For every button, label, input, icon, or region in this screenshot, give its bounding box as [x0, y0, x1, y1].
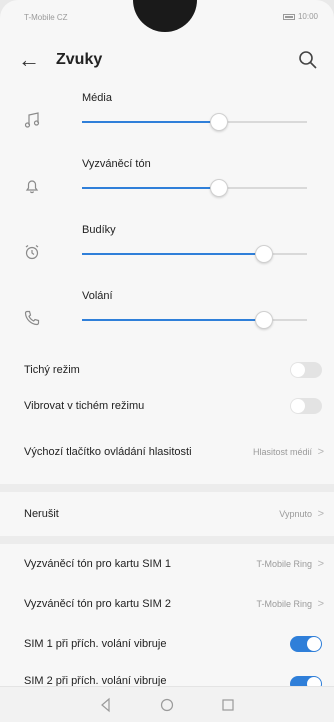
call-volume-row: Volání: [0, 286, 334, 350]
media-volume-row: Média: [0, 88, 334, 152]
chevron-right-icon: >: [317, 446, 324, 458]
app-bar: ← Zvuky: [0, 36, 334, 84]
volume-button-value: Hlasitost médií: [252, 447, 312, 457]
volume-button-row[interactable]: Výchozí tlačítko ovládání hlasitosti Hla…: [0, 428, 334, 476]
music-note-icon: [24, 112, 40, 128]
media-volume-label: Média: [82, 92, 112, 104]
alarm-volume-row: Budíky: [0, 220, 334, 284]
dnd-value: Vypnuto: [279, 509, 312, 519]
media-volume-thumb[interactable]: [210, 113, 229, 131]
call-volume-fill: [82, 319, 265, 321]
dnd-label: Nerušit: [24, 508, 59, 520]
silent-mode-toggle[interactable]: [290, 362, 322, 378]
call-volume-thumb[interactable]: [255, 311, 274, 329]
phone-screen: T-Mobile CZ 10:00 ← Zvuky Média Vyzváněc…: [0, 0, 334, 722]
back-arrow-icon[interactable]: ←: [18, 46, 40, 74]
media-volume-fill: [82, 121, 220, 123]
ringtone-volume-thumb[interactable]: [210, 179, 229, 197]
page-title: Zvuky: [56, 51, 103, 68]
call-volume-slider[interactable]: [82, 311, 307, 329]
ringtone-sim2-label: Vyzváněcí tón pro kartu SIM 2: [24, 598, 171, 610]
status-icons: 10:00: [282, 12, 318, 21]
bell-icon: [25, 180, 39, 194]
nav-home-icon[interactable]: [157, 695, 177, 715]
ringtone-sim1-label: Vyzváněcí tón pro kartu SIM 1: [24, 558, 171, 570]
search-icon[interactable]: [296, 48, 320, 72]
nav-back-icon[interactable]: [96, 695, 116, 715]
alarm-volume-thumb[interactable]: [255, 245, 274, 263]
vibrate-silent-toggle[interactable]: [290, 398, 322, 414]
ringtone-sim1-value: T-Mobile Ring: [256, 559, 312, 569]
chevron-right-icon: >: [317, 508, 324, 520]
ringtone-volume-row: Vyzváněcí tón: [0, 154, 334, 218]
navigation-bar: [0, 686, 334, 722]
media-volume-slider[interactable]: [82, 113, 307, 131]
camera-notch: [133, 0, 197, 32]
ringtone-volume-slider[interactable]: [82, 179, 307, 197]
section-divider: [0, 484, 334, 492]
volume-button-label: Výchozí tlačítko ovládání hlasitosti: [24, 446, 192, 458]
alarm-volume-slider[interactable]: [82, 245, 307, 263]
section-divider: [0, 536, 334, 544]
nav-recents-icon[interactable]: [218, 695, 238, 715]
silent-mode-label: Tichý režim: [24, 364, 80, 376]
alarm-volume-fill: [82, 253, 265, 255]
ringtone-sim1-row[interactable]: Vyzváněcí tón pro kartu SIM 1 T-Mobile R…: [0, 544, 334, 584]
ringtone-volume-fill: [82, 187, 220, 189]
silent-mode-row[interactable]: Tichý režim: [0, 352, 334, 388]
vibrate-sim1-row[interactable]: SIM 1 při přích. volání vibruje: [0, 624, 334, 664]
vibrate-sim2-label: SIM 2 při přích. volání vibruje: [24, 675, 167, 686]
carrier-label: T-Mobile CZ: [24, 13, 68, 22]
vibrate-sim1-toggle[interactable]: [290, 636, 322, 652]
vibrate-sim2-row[interactable]: SIM 2 při přích. volání vibruje: [0, 672, 334, 686]
alarm-volume-label: Budíky: [82, 224, 116, 236]
phone-handset-icon: [24, 310, 40, 326]
clock: 10:00: [297, 12, 318, 21]
vibrate-silent-label: Vibrovat v tichém režimu: [24, 400, 145, 412]
ringtone-sim2-row[interactable]: Vyzváněcí tón pro kartu SIM 2 T-Mobile R…: [0, 584, 334, 624]
vibrate-sim1-label: SIM 1 při přích. volání vibruje: [24, 638, 167, 650]
battery-icon: [282, 13, 295, 20]
alarm-clock-icon: [25, 245, 39, 260]
call-volume-label: Volání: [82, 290, 113, 302]
status-bar: T-Mobile CZ 10:00: [0, 0, 334, 36]
vibrate-sim2-toggle[interactable]: [290, 676, 322, 686]
ringtone-sim2-value: T-Mobile Ring: [256, 599, 312, 609]
chevron-right-icon: >: [317, 558, 324, 570]
dnd-row[interactable]: Nerušit Vypnuto >: [0, 492, 334, 536]
chevron-right-icon: >: [317, 598, 324, 610]
ringtone-volume-label: Vyzváněcí tón: [82, 158, 151, 170]
vibrate-silent-row[interactable]: Vibrovat v tichém režimu: [0, 388, 334, 424]
